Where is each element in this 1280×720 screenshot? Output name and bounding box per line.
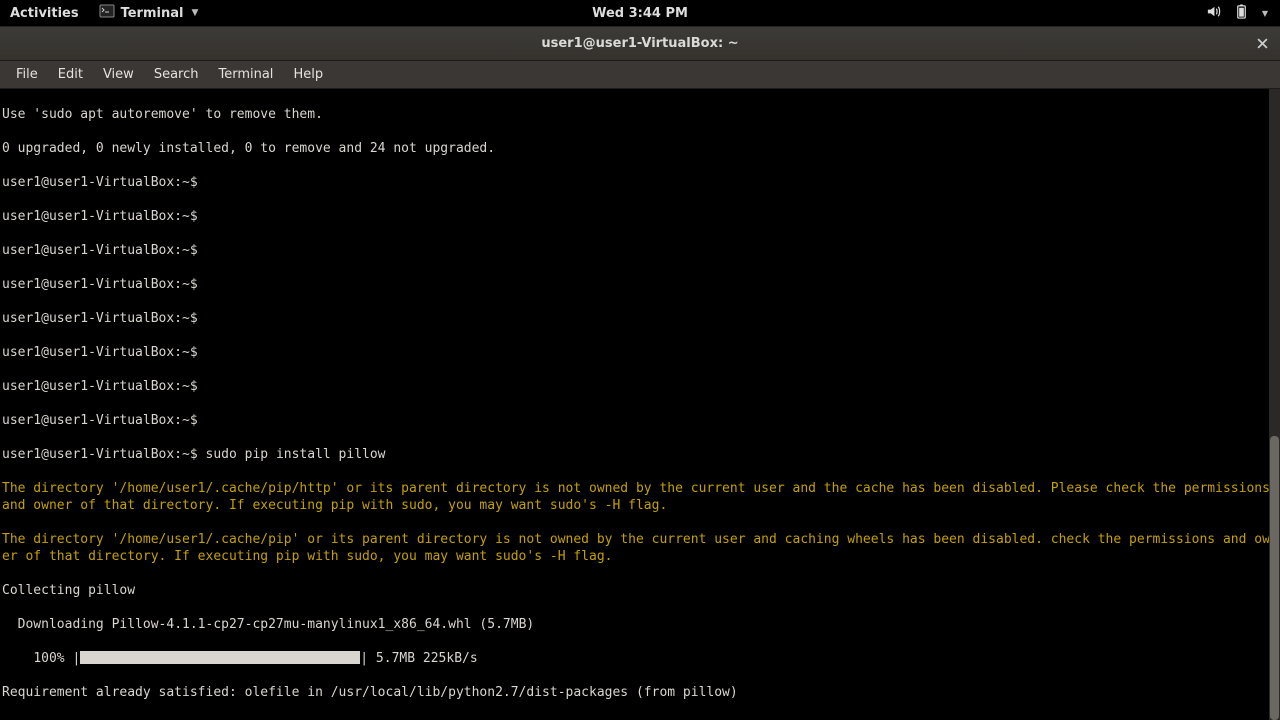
- output-line: Requirement already satisfied: olefile i…: [2, 684, 1278, 701]
- terminal-output[interactable]: Use 'sudo apt autoremove' to remove them…: [0, 89, 1280, 720]
- prompt-line: user1@user1-VirtualBox:~$: [2, 344, 1278, 361]
- menu-file[interactable]: File: [6, 63, 48, 86]
- prompt-line: user1@user1-VirtualBox:~$: [2, 412, 1278, 429]
- output-line: Collecting pillow: [2, 582, 1278, 599]
- window-titlebar[interactable]: user1@user1-VirtualBox: ~: [0, 27, 1280, 61]
- system-tray[interactable]: ▼: [1194, 4, 1280, 23]
- window-title: user1@user1-VirtualBox: ~: [541, 36, 738, 51]
- warning-line: The directory '/home/user1/.cache/pip/ht…: [2, 480, 1278, 514]
- menu-bar: File Edit View Search Terminal Help: [0, 61, 1280, 89]
- panel-clock[interactable]: Wed 3:44 PM: [592, 6, 688, 21]
- prompt-line: user1@user1-VirtualBox:~$: [2, 378, 1278, 395]
- terminal-window: user1@user1-VirtualBox: ~ File Edit View…: [0, 26, 1280, 720]
- terminal-icon: [99, 3, 115, 23]
- scrollbar-thumb[interactable]: [1270, 436, 1279, 720]
- prompt-line: user1@user1-VirtualBox:~$: [2, 208, 1278, 225]
- volume-icon[interactable]: [1206, 4, 1221, 23]
- menu-view[interactable]: View: [93, 63, 144, 86]
- chevron-down-icon: ▼: [191, 8, 198, 18]
- prompt-line: user1@user1-VirtualBox:~$ sudo pip insta…: [2, 446, 1278, 463]
- progress-line: 100% || 5.7MB 225kB/s: [2, 650, 1278, 667]
- output-line: Downloading Pillow-4.1.1-cp27-cp27mu-man…: [2, 616, 1278, 633]
- prompt-line: user1@user1-VirtualBox:~$: [2, 276, 1278, 293]
- prompt-line: user1@user1-VirtualBox:~$: [2, 310, 1278, 327]
- menu-edit[interactable]: Edit: [48, 63, 93, 86]
- scrollbar[interactable]: [1269, 89, 1280, 720]
- output-line: Use 'sudo apt autoremove' to remove them…: [2, 106, 1278, 123]
- menu-help[interactable]: Help: [283, 63, 333, 86]
- app-label: Terminal: [121, 6, 184, 21]
- prompt-line: user1@user1-VirtualBox:~$: [2, 174, 1278, 191]
- gnome-panel: Activities Terminal ▼ Wed 3:44 PM ▼: [0, 0, 1280, 26]
- menu-search[interactable]: Search: [144, 63, 209, 86]
- prompt-line: user1@user1-VirtualBox:~$: [2, 242, 1278, 259]
- progress-bar-fill: [80, 651, 360, 664]
- battery-icon[interactable]: [1235, 4, 1248, 23]
- menu-terminal[interactable]: Terminal: [208, 63, 283, 86]
- warning-line: The directory '/home/user1/.cache/pip' o…: [2, 531, 1278, 565]
- chevron-down-icon[interactable]: ▼: [1262, 9, 1268, 18]
- output-line: 0 upgraded, 0 newly installed, 0 to remo…: [2, 140, 1278, 157]
- close-button[interactable]: [1252, 33, 1272, 53]
- activities-button[interactable]: Activities: [0, 6, 89, 21]
- app-menu[interactable]: Terminal ▼: [89, 3, 209, 23]
